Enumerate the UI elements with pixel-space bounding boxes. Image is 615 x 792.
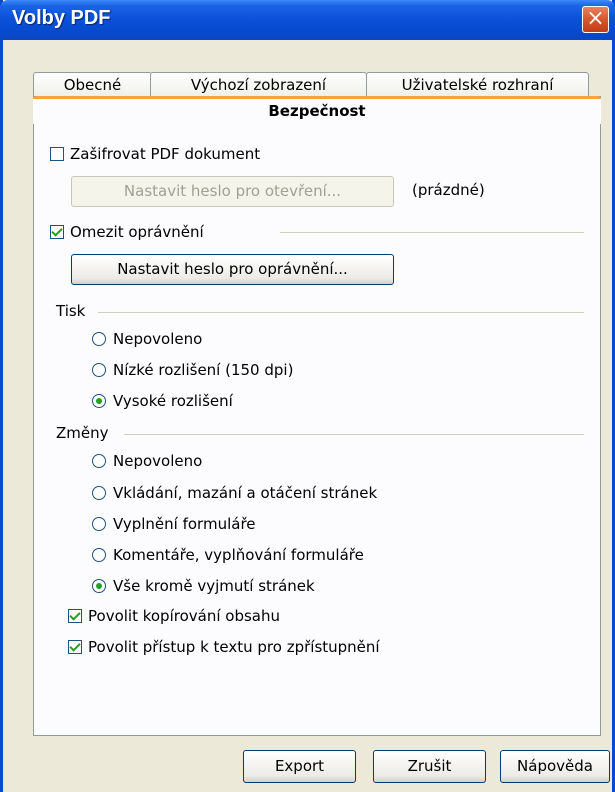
print-option[interactable]: Nepovoleno (92, 330, 202, 348)
changes-option[interactable]: Vše kromě vyjmutí stránek (92, 577, 315, 595)
radio-button[interactable] (92, 394, 106, 408)
changes-option-label: Vkládání, mazání a otáčení stránek (113, 484, 378, 502)
changes-option-label: Nepovoleno (113, 452, 203, 470)
changes-group-label: Změny (56, 424, 109, 442)
radio-button[interactable] (92, 332, 106, 346)
changes-option-label: Vyplnění formuláře (113, 515, 256, 533)
title-bar: Volby PDF × (0, 0, 615, 40)
changes-option-label: Vše kromě vyjmutí stránek (113, 577, 315, 595)
access-label: Povolit přístup k textu pro zpřístupnění (88, 638, 380, 656)
copy-checkbox[interactable] (68, 609, 82, 623)
print-option-label: Nepovoleno (113, 330, 203, 348)
changes-option-label: Komentáře, vyplňování formuláře (113, 546, 364, 564)
changes-option[interactable]: Nepovoleno (92, 452, 202, 470)
security-panel: Zašifrovat PDF dokument Nastavit heslo p… (33, 96, 601, 736)
access-checkbox[interactable] (68, 640, 82, 654)
help-button[interactable]: Nápověda (500, 750, 610, 783)
radio-button[interactable] (92, 517, 106, 531)
radio-button[interactable] (92, 486, 106, 500)
changes-option[interactable]: Komentáře, vyplňování formuláře (92, 546, 364, 564)
tab-security[interactable]: Bezpečnost (33, 96, 601, 124)
export-button[interactable]: Export (243, 750, 356, 783)
radio-button[interactable] (92, 363, 106, 377)
restrict-checkbox-row[interactable]: Omezit oprávnění (50, 223, 204, 241)
copy-label: Povolit kopírování obsahu (88, 607, 280, 625)
open-password-status: (prázdné) (412, 181, 485, 199)
print-group-label: Tisk (56, 302, 86, 320)
print-option[interactable]: Nízké rozlišení (150 dpi) (92, 361, 293, 379)
divider (280, 232, 584, 233)
radio-button[interactable] (92, 579, 106, 593)
changes-group-divider (124, 434, 584, 435)
set-open-password-button[interactable]: Nastavit heslo pro otevření... (71, 176, 394, 207)
cancel-button[interactable]: Zrušit (373, 750, 486, 783)
print-option-label: Vysoké rozlišení (113, 392, 233, 410)
tab-user-interface[interactable]: Uživatelské rozhraní (366, 72, 589, 96)
pdf-options-dialog: Volby PDF × Obecné Výchozí zobrazení Uži… (0, 0, 615, 792)
changes-option[interactable]: Vkládání, mazání a otáčení stránek (92, 484, 377, 502)
encrypt-label: Zašifrovat PDF dokument (70, 145, 261, 163)
tab-initial-view[interactable]: Výchozí zobrazení (150, 72, 367, 96)
restrict-checkbox[interactable] (50, 225, 64, 239)
print-option-label: Nízké rozlišení (150 dpi) (113, 361, 294, 379)
copy-checkbox-row[interactable]: Povolit kopírování obsahu (68, 607, 280, 625)
radio-button[interactable] (92, 454, 106, 468)
encrypt-checkbox[interactable] (50, 147, 64, 161)
close-button[interactable]: × (582, 6, 609, 33)
window-title: Volby PDF (12, 7, 111, 29)
print-group-divider (98, 312, 584, 313)
changes-option[interactable]: Vyplnění formuláře (92, 515, 256, 533)
radio-button[interactable] (92, 548, 106, 562)
access-checkbox-row[interactable]: Povolit přístup k textu pro zpřístupnění (68, 638, 380, 656)
print-option[interactable]: Vysoké rozlišení (92, 392, 233, 410)
restrict-label: Omezit oprávnění (70, 223, 204, 241)
encrypt-checkbox-row[interactable]: Zašifrovat PDF dokument (50, 145, 260, 163)
tab-general[interactable]: Obecné (33, 72, 152, 96)
set-permission-password-button[interactable]: Nastavit heslo pro oprávnění... (71, 254, 394, 285)
